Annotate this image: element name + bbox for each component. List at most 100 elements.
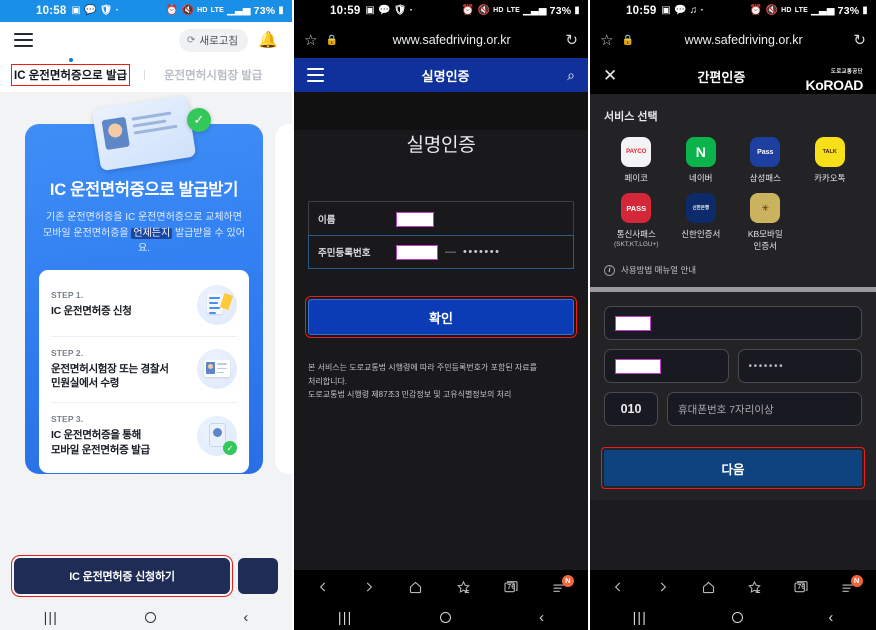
browser-back-icon[interactable]: [316, 580, 330, 594]
hd-icon: HD: [493, 7, 504, 15]
hamburger-menu-icon[interactable]: [307, 68, 324, 82]
back-button[interactable]: ‹: [539, 609, 544, 626]
phone-number-input[interactable]: 휴대폰번호 7자리이상: [667, 392, 862, 427]
browser-home-icon[interactable]: [408, 580, 423, 595]
license-card-illustration: [91, 94, 197, 172]
service-kb-mobile-cert[interactable]: ✳ KB모바일 인증서: [733, 193, 798, 252]
apply-ic-license-button[interactable]: IC 운전면허증 신청하기: [11, 555, 233, 597]
url-text[interactable]: www.safedriving.or.kr: [634, 33, 854, 47]
status-time: 10:59: [626, 5, 657, 17]
browser-forward-icon[interactable]: [656, 580, 670, 594]
rrn-back-input[interactable]: •••••••: [463, 246, 500, 258]
recents-button[interactable]: |||: [633, 609, 648, 625]
browser-tabs-icon[interactable]: 76: [793, 579, 809, 595]
service-telecom-pass[interactable]: PASS 통신사패스 (SKT,KT,LGU+): [604, 193, 669, 252]
promo-sub-pre: 모바일 운전면허증을: [43, 227, 132, 239]
back-button[interactable]: ‹: [828, 609, 833, 626]
name-input[interactable]: [396, 211, 434, 227]
tab-label: 운전면허시험장 발급: [163, 70, 263, 82]
cta-footer: IC 운전면허증 신청하기: [0, 548, 292, 604]
koroad-logo: 도로교통공단 KoROAD: [806, 61, 864, 92]
service-label: 삼성패스: [749, 173, 781, 183]
home-button[interactable]: [145, 611, 157, 623]
kakaotalk-icon: TALK: [814, 137, 845, 167]
url-text[interactable]: www.safedriving.or.kr: [338, 33, 566, 47]
service-naver[interactable]: N 네이버: [669, 137, 734, 184]
more-dot-icon: ·: [700, 5, 704, 16]
step-number: STEP 2.: [51, 347, 84, 358]
confirm-button[interactable]: 확인: [305, 296, 577, 338]
tab-separator: |: [143, 69, 146, 81]
section-title: 서비스 선택: [604, 111, 658, 123]
step-text: STEP 2. 운전면허시험장 또는 경찰서 민원실에서 수령: [51, 348, 197, 392]
auth-form: ••••••• 010 휴대폰번호 7자리이상 다음: [590, 292, 876, 501]
refresh-label: 새로고침: [199, 34, 239, 47]
rrn-front-input[interactable]: [396, 244, 438, 260]
rrn-label: 주민등록번호: [318, 248, 371, 259]
tab-ic-license-issue[interactable]: IC 운전면허증으로 발급: [10, 58, 131, 86]
close-icon[interactable]: ✕: [603, 66, 617, 86]
mute-icon: 🔇: [765, 5, 779, 16]
refresh-button[interactable]: ⟳ 새로고침: [179, 28, 249, 52]
message-icon: 💬: [378, 5, 391, 16]
service-label: KB모바일 인증서: [747, 229, 783, 251]
name-field[interactable]: [604, 306, 862, 341]
rrn-back-field[interactable]: •••••••: [737, 349, 862, 384]
back-button[interactable]: ‹: [243, 609, 248, 626]
service-payco[interactable]: PAYCO 페이코: [604, 137, 669, 184]
panel-browser-realname-auth: 10:59 ▣ 💬 🛡 · ⏰ 🔇 HD LTE ▁▃▅ 73% ▮ ☆ 🔒 w…: [292, 0, 588, 630]
rrn-front-field[interactable]: [604, 349, 729, 384]
android-system-nav: ||| ‹: [294, 604, 588, 630]
browser-home-icon[interactable]: [701, 580, 716, 595]
tab-test-center-issue[interactable]: 운전면허시험장 발급: [164, 67, 262, 83]
service-samsung-pass[interactable]: Pass 삼성패스: [733, 137, 798, 184]
portrait-icon: [101, 116, 130, 151]
name-value: [615, 315, 651, 331]
bookmark-star-icon[interactable]: ☆: [600, 31, 613, 49]
battery-icon: ▮: [278, 5, 284, 16]
carousel-next-button[interactable]: [238, 558, 278, 594]
tab-label: IC 운전면허증으로 발급: [14, 70, 128, 82]
status-time: 10:58: [36, 5, 67, 17]
reload-icon[interactable]: ↻: [853, 31, 866, 49]
home-button[interactable]: [440, 611, 452, 623]
step-text: STEP 3. IC 운전면허증을 통해 모바일 운전면허증 발급: [51, 414, 197, 458]
panel-browser-simple-auth: 10:59 ▣ 💬 ♫ · ⏰ 🔇 HD LTE ▁▃▅ 73% ▮ ☆ 🔒 w…: [588, 0, 876, 630]
manual-link[interactable]: i 사용방법 매뉴얼 안내: [604, 264, 862, 279]
browser-bottom-nav: 76 N: [294, 570, 588, 604]
browser-back-icon[interactable]: [611, 580, 625, 594]
lte-icon: LTE: [794, 7, 808, 15]
next-button[interactable]: 다음: [601, 447, 865, 490]
recents-button[interactable]: |||: [44, 609, 59, 625]
service-kakaotalk[interactable]: TALK 카카오톡: [798, 137, 863, 184]
step-number: STEP 1.: [51, 290, 84, 301]
mute-icon: 🔇: [477, 5, 491, 16]
status-right-icons: ⏰ 🔇 HD LTE ▁▃▅ 73% ▮: [462, 5, 580, 17]
home-button[interactable]: [732, 611, 744, 623]
reload-icon[interactable]: ↻: [565, 31, 578, 49]
browser-address-bar: ☆ 🔒 www.safedriving.or.kr ↻: [590, 22, 876, 58]
browser-bookmarks-icon[interactable]: [747, 580, 762, 595]
carousel-next-card[interactable]: [275, 124, 292, 474]
battery-level: 73%: [549, 5, 572, 17]
browser-menu-icon[interactable]: N: [551, 574, 574, 595]
pass-icon: PASS: [621, 193, 652, 224]
browser-bookmarks-icon[interactable]: [456, 580, 471, 595]
phone-prefix-field[interactable]: 010: [604, 392, 658, 427]
status-left-icons: ▣ 💬 🛡 ·: [365, 6, 413, 16]
search-icon[interactable]: ⌕: [567, 67, 575, 84]
bookmark-star-icon[interactable]: ☆: [304, 31, 317, 49]
name-row: 이름: [309, 202, 573, 236]
browser-tabs-icon[interactable]: 76: [503, 579, 519, 595]
alarm-icon: ⏰: [165, 5, 179, 16]
browser-menu-icon[interactable]: N: [840, 574, 863, 595]
check-badge-icon: ✓: [187, 108, 211, 132]
service-shinhan-cert[interactable]: 신한은행 신한인증서: [669, 193, 734, 252]
hamburger-menu-icon[interactable]: [14, 33, 33, 47]
notification-bell-icon[interactable]: 🔔: [258, 30, 278, 50]
lte-icon: LTE: [210, 7, 224, 15]
shinhan-icon: 신한은행: [685, 193, 716, 224]
browser-forward-icon[interactable]: [362, 580, 376, 594]
recents-button[interactable]: |||: [338, 609, 353, 625]
rrn-row: •••••••: [604, 349, 862, 384]
